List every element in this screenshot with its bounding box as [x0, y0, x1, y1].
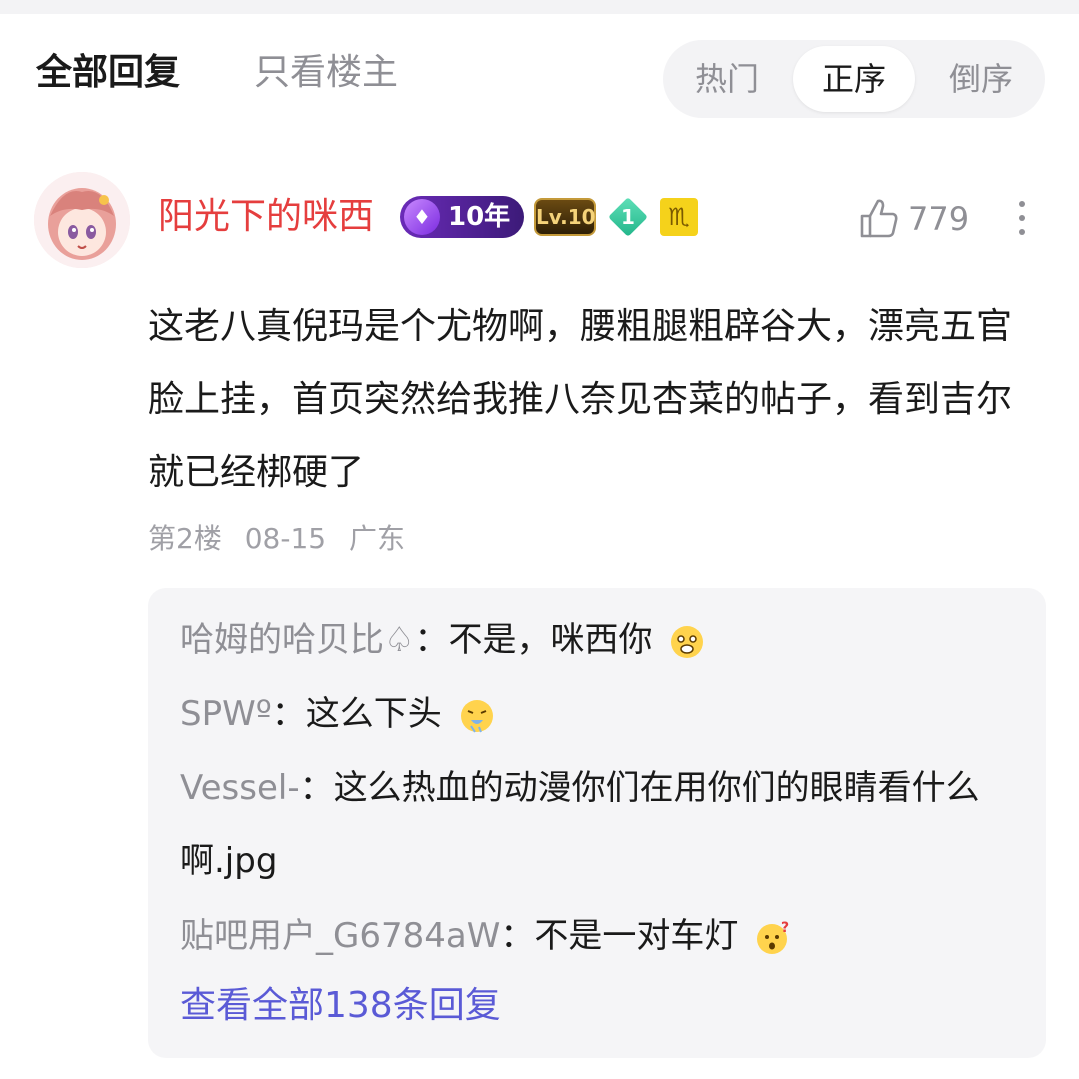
reply-separator: ：: [414, 620, 449, 660]
sort-toggle: 热门 正序 倒序: [663, 40, 1045, 118]
vomit-face-icon: [460, 699, 493, 733]
svg-text:?: ?: [781, 920, 789, 936]
reply-text: 不是一对车灯: [534, 916, 739, 956]
post-meta: 第2楼 08-15 广东: [148, 518, 419, 560]
reply-text: 不是，咪西你: [448, 620, 653, 660]
thumbs-up-icon[interactable]: [856, 196, 900, 240]
level-badge: Lv.10: [534, 198, 596, 236]
anime-avatar-icon: [34, 172, 130, 268]
tab-all-replies[interactable]: 全部回复: [36, 48, 180, 98]
green-diamond-badge: 1: [604, 196, 652, 238]
more-options-icon[interactable]: [1010, 196, 1034, 242]
sort-descending-button[interactable]: 倒序: [925, 46, 1037, 112]
zodiac-badge: ♏: [660, 198, 698, 236]
membership-years-badge: ♦ 10年: [400, 196, 524, 238]
reply-item[interactable]: Vessel-：这么热血的动漫你们在用你们的眼睛看什么啊.jpg: [180, 752, 1030, 898]
like-count: 779: [908, 200, 970, 238]
sort-ascending-button[interactable]: 正序: [793, 46, 915, 112]
reply-separator: ：: [299, 768, 334, 808]
status-strip: [0, 0, 1079, 14]
reply-author[interactable]: 贴吧用户_G6784aW: [180, 916, 500, 956]
reply-text: 这么下头: [305, 694, 442, 734]
post-content: 这老八真倪玛是个尤物啊，腰粗腿粗辟谷大，漂亮五官脸上挂，首页突然给我推八奈见杏菜…: [148, 306, 1013, 493]
sort-hot-button[interactable]: 热门: [671, 46, 783, 112]
post-author-name[interactable]: 阳光下的咪西: [158, 192, 374, 242]
reply-author[interactable]: 哈姆的哈贝比♤: [180, 620, 414, 660]
post-date: 08-15: [244, 522, 327, 555]
replies-preview[interactable]: 哈姆的哈贝比♤：不是，咪西你 SPWº：这么下头 Vessel-：这么热血的动漫…: [148, 588, 1046, 1058]
reply-separator: ：: [271, 694, 306, 734]
reply-item[interactable]: 贴吧用户_G6784aW：不是一对车灯 ?: [180, 900, 1030, 973]
avatar[interactable]: [34, 172, 130, 268]
view-all-replies-link[interactable]: 查看全部138条回复: [180, 976, 501, 1036]
reply-author[interactable]: Vessel-: [180, 768, 300, 808]
reply-author[interactable]: SPWº: [180, 694, 272, 734]
diamond-gem-icon: ♦: [404, 199, 440, 235]
reply-item[interactable]: 哈姆的哈贝比♤：不是，咪西你: [180, 604, 1030, 677]
confused-face-icon: ?: [757, 920, 789, 954]
floor-number: 第2楼: [148, 522, 222, 555]
post-location: 广东: [349, 522, 406, 555]
reply-item[interactable]: SPWº：这么下头: [180, 678, 1030, 751]
membership-years-label: 10年: [448, 202, 511, 232]
reply-separator: ：: [500, 916, 535, 956]
tab-owner-only[interactable]: 只看楼主: [254, 48, 398, 98]
scared-face-icon: [671, 625, 704, 658]
